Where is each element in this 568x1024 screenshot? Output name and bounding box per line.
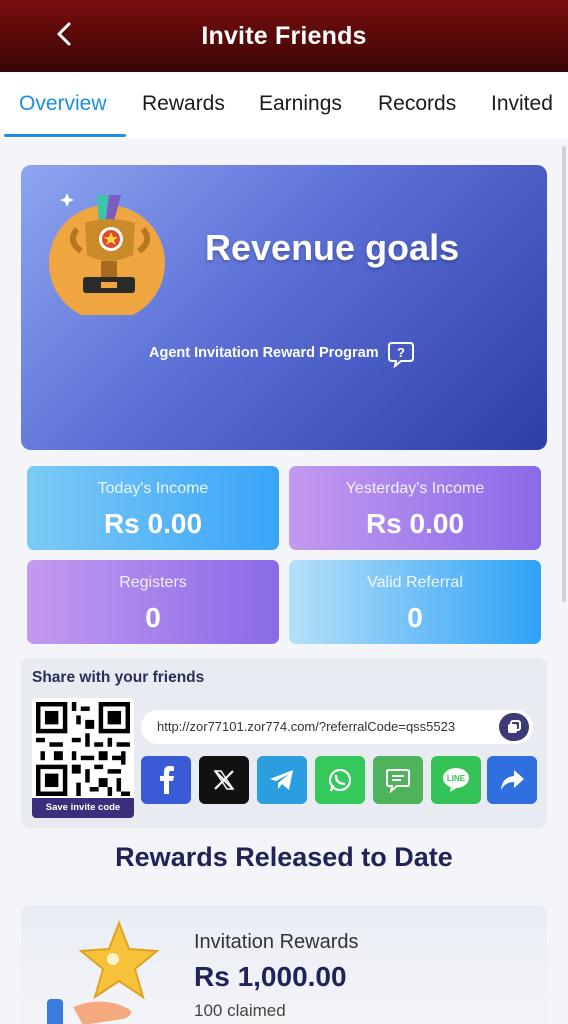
yesterday-income-value: Rs 0.00 bbox=[365, 508, 465, 539]
registers-label: Registers bbox=[119, 574, 187, 591]
svg-text:?: ? bbox=[397, 345, 405, 360]
referral-link-field[interactable]: http://zor77101.zor774.com/?referralCode… bbox=[141, 710, 533, 744]
tab-records[interactable]: Records bbox=[378, 92, 456, 116]
hero-subtitle: Agent Invitation Reward Program bbox=[149, 345, 379, 361]
today-income-value: Rs 0.00 bbox=[103, 508, 203, 539]
scrollbar[interactable] bbox=[562, 146, 566, 602]
share-panel: Share with your friends Save invite code… bbox=[21, 658, 547, 828]
facebook-share-button[interactable] bbox=[141, 756, 191, 804]
page-title: Invite Friends bbox=[201, 21, 367, 50]
referral-link-text: http://zor77101.zor774.com/?referralCode… bbox=[157, 719, 456, 734]
facebook-icon bbox=[160, 766, 174, 794]
revenue-goals-card: Revenue goals Agent Invitation Reward Pr… bbox=[21, 165, 547, 450]
star-hand-icon bbox=[47, 920, 160, 1024]
registers-card: Registers 0 bbox=[27, 560, 279, 644]
back-button[interactable] bbox=[44, 14, 84, 54]
whatsapp-icon bbox=[328, 768, 352, 792]
today-income-label: Today's Income bbox=[97, 480, 209, 497]
app-header: Invite Friends bbox=[0, 0, 568, 72]
valid-referral-label: Valid Referral bbox=[367, 574, 463, 591]
svg-text:LINE: LINE bbox=[447, 774, 466, 783]
registers-value: 0 bbox=[145, 602, 161, 633]
more-share-button[interactable] bbox=[487, 756, 537, 804]
copy-button[interactable] bbox=[499, 713, 529, 741]
line-share-button[interactable]: LINE bbox=[431, 756, 481, 804]
message-icon bbox=[386, 769, 410, 793]
tab-overview[interactable]: Overview bbox=[19, 92, 107, 116]
x-share-button[interactable] bbox=[199, 756, 249, 804]
yesterday-income-card: Yesterday's Income Rs 0.00 bbox=[289, 466, 541, 550]
qr-code-icon bbox=[36, 702, 130, 796]
tab-invited[interactable]: Invited bbox=[491, 92, 553, 116]
invitation-rewards-card: Invitation Rewards Rs 1,000.00 100 claim… bbox=[21, 905, 547, 1024]
rewards-released-heading: Rewards Released to Date bbox=[115, 842, 453, 872]
today-income-card: Today's Income Rs 0.00 bbox=[27, 466, 279, 550]
active-tab-indicator bbox=[4, 134, 126, 137]
save-invite-code-button[interactable]: Save invite code bbox=[32, 798, 134, 818]
telegram-share-button[interactable] bbox=[257, 756, 307, 804]
copy-icon bbox=[508, 720, 521, 733]
qr-code[interactable]: Save invite code bbox=[32, 698, 134, 818]
share-icon bbox=[501, 770, 524, 790]
trophy-icon bbox=[49, 193, 165, 315]
message-share-button[interactable] bbox=[373, 756, 423, 804]
x-icon bbox=[213, 770, 235, 790]
tab-bar: Overview Rewards Earnings Records Invite… bbox=[0, 72, 568, 138]
line-icon: LINE bbox=[443, 768, 469, 792]
share-title: Share with your friends bbox=[32, 669, 205, 686]
chevron-left-icon bbox=[57, 22, 71, 46]
tab-rewards[interactable]: Rewards bbox=[142, 92, 225, 116]
tab-earnings[interactable]: Earnings bbox=[259, 92, 342, 116]
question-bubble-icon[interactable]: ? bbox=[387, 340, 415, 368]
invitation-rewards-claimed: 100 claimed bbox=[194, 1001, 286, 1020]
invitation-rewards-amount: Rs 1,000.00 bbox=[194, 961, 347, 992]
valid-referral-card: Valid Referral 0 bbox=[289, 560, 541, 644]
valid-referral-value: 0 bbox=[407, 602, 423, 633]
telegram-icon bbox=[270, 770, 293, 790]
whatsapp-share-button[interactable] bbox=[315, 756, 365, 804]
hero-title: Revenue goals bbox=[205, 227, 460, 268]
yesterday-income-label: Yesterday's Income bbox=[345, 480, 485, 497]
invitation-rewards-label: Invitation Rewards bbox=[194, 931, 359, 953]
